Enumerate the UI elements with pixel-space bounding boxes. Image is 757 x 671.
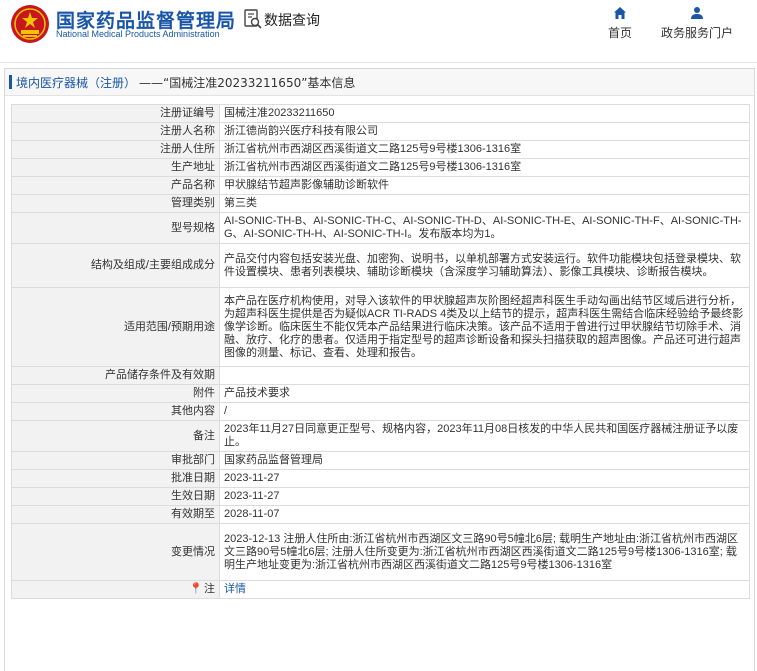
field-value: 浙江省杭州市西湖区西溪街道文二路125号9号楼1306-1316室 [219,140,750,159]
field-value: 2023年11月27日同意更正型号、规格内容，2023年11月08日核发的中华人… [219,420,750,452]
breadcrumb: 境内医疗器械（注册） ——“国械注准20233211650”基本信息 [5,69,754,96]
table-row: 管理类别 第三类 [11,194,750,213]
table-row: 其他内容 / [11,402,750,421]
user-icon [691,7,703,19]
field-value [219,366,750,385]
field-label: 型号规格 [11,212,220,244]
table-row: 审批部门 国家药品监督管理局 [11,451,750,470]
table-row: 注册人名称 浙江德尚韵兴医疗科技有限公司 [11,122,750,141]
registration-info-table: 注册证编号 国械注准20233211650 注册人名称 浙江德尚韵兴医疗科技有限公司注… [11,104,750,599]
table-row: 备注 2023年11月27日同意更正型号、规格内容，2023年11月08日核发的中… [11,420,750,452]
field-label: 变更情况 [11,523,220,581]
field-label: 适用范围/预期用途 [11,287,220,367]
note-label-cell: 📍注 [11,580,220,599]
field-value: 甲状腺结节超声影像辅助诊断软件 [219,176,750,195]
table-row: 注册人住所 浙江省杭州市西湖区西溪街道文二路125号9号楼1306-1316室 [11,140,750,159]
field-label: 生产地址 [11,158,220,177]
table-row: 产品储存条件及有效期 [11,366,750,385]
field-value: 浙江省杭州市西湖区西溪街道文二路125号9号楼1306-1316室 [219,158,750,177]
table-row: 结构及组成/主要组成成分 产品交付内容包括安装光盘、加密狗、说明书，以单机部署方式… [11,243,750,288]
table-row: 适用范围/预期用途 本产品在医疗机构使用，对导入该软件的甲状腺超声灰阶图经超声科医… [11,287,750,367]
field-label: 有效期至 [11,505,220,524]
title-accent-bar [9,75,12,89]
field-value: 产品技术要求 [219,384,750,403]
note-label: 注 [204,583,215,595]
field-label: 生效日期 [11,487,220,506]
field-value: 2023-11-27 [219,487,750,506]
breadcrumb-category-link[interactable]: 境内医疗器械（注册） [16,74,136,91]
table-row: 注册证编号 国械注准20233211650 [11,104,750,123]
field-label: 其他内容 [11,402,220,421]
field-label: 注册人名称 [11,122,220,141]
field-label: 产品储存条件及有效期 [11,366,220,385]
field-value: 2028-11-07 [219,505,750,524]
note-value-cell: 详情 [219,580,750,599]
breadcrumb-current: ——“国械注准20233211650”基本信息 [139,75,356,90]
field-label: 结构及组成/主要组成成分 [11,243,220,288]
field-label: 注册证编号 [11,104,220,123]
nav-service-portal-label: 政务服务门户 [660,26,733,40]
nav-home[interactable]: 首页 [603,6,637,41]
field-label: 产品名称 [11,176,220,195]
field-value: 2023-12-13 注册人住所由:浙江省杭州市西湖区文三路90号5幢北6层; … [219,523,750,581]
field-label: 管理类别 [11,194,220,213]
table-row: 生效日期 2023-11-27 [11,487,750,506]
home-icon [614,7,626,19]
field-value: 2023-11-27 [219,469,750,488]
field-value: AI-SONIC-TH-B、AI-SONIC-TH-C、AI-SONIC-TH-… [219,212,750,244]
table-row: 附件 产品技术要求 [11,384,750,403]
table-row: 型号规格 AI-SONIC-TH-B、AI-SONIC-TH-C、AI-SONIC… [11,212,750,244]
field-value: 国械注准20233211650 [219,104,750,123]
nav-service-portal[interactable]: 政务服务门户 [655,6,739,41]
field-value: 国家药品监督管理局 [219,451,750,470]
data-query-title: 数据查询 [264,13,320,29]
field-value: 第三类 [219,194,750,213]
table-row: 产品名称 甲状腺结节超声影像辅助诊断软件 [11,176,750,195]
table-row: 批准日期 2023-11-27 [11,469,750,488]
national-emblem-icon[interactable] [10,4,50,44]
field-label: 注册人住所 [11,140,220,159]
field-value: / [219,402,750,421]
field-value: 本产品在医疗机构使用，对导入该软件的甲状腺超声灰阶图经超声科医生手动勾画出结节区… [219,287,750,367]
site-subtitle: National Medical Products Administration [56,29,220,39]
field-value: 浙江德尚韵兴医疗科技有限公司 [219,122,750,141]
field-value: 产品交付内容包括安装光盘、加密狗、说明书，以单机部署方式安装运行。软件功能模块包… [219,243,750,288]
table-row: 有效期至 2028-11-07 [11,505,750,524]
field-label: 附件 [11,384,220,403]
field-label: 批准日期 [11,469,220,488]
table-row: 生产地址 浙江省杭州市西湖区西溪街道文二路125号9号楼1306-1316室 [11,158,750,177]
field-label: 审批部门 [11,451,220,470]
site-header: 国家药品监督管理局 National Medical Products Admi… [0,0,757,63]
nav-home-label: 首页 [607,26,632,40]
pin-icon: 📍 [189,583,203,595]
details-link[interactable]: 详情 [224,583,246,595]
detail-panel: 境内医疗器械（注册） ——“国械注准20233211650”基本信息 注册证编号… [4,68,755,671]
data-query-icon [244,9,262,29]
field-label: 备注 [11,420,220,452]
table-row-note: 📍注 详情 [11,580,750,599]
table-row: 变更情况 2023-12-13 注册人住所由:浙江省杭州市西湖区文三路90号5幢北… [11,523,750,581]
